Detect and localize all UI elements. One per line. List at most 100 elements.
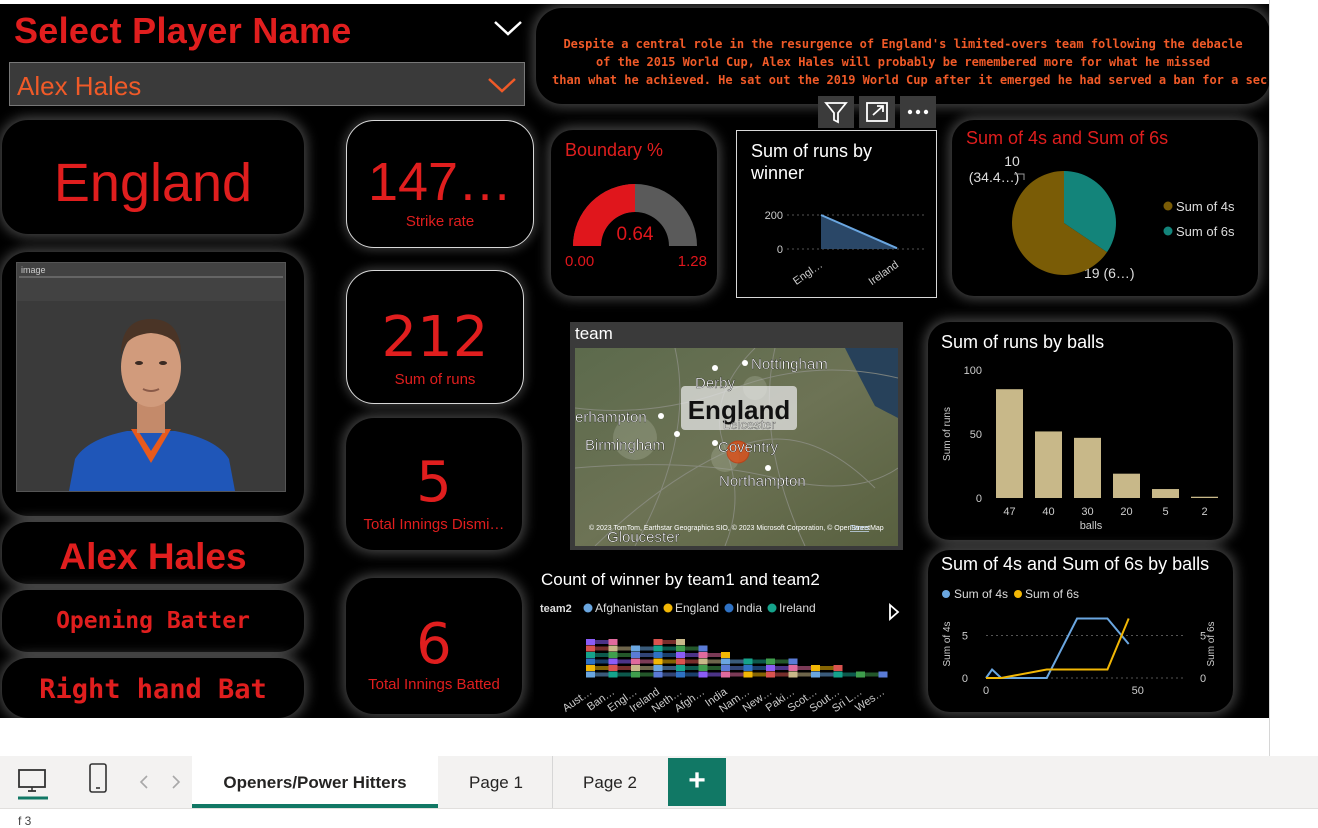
ribbon-band	[685, 653, 699, 657]
ribbon-segment	[788, 671, 798, 678]
city-birmingham: Birmingham	[585, 437, 665, 454]
ribbon-band	[685, 672, 699, 677]
report-canvas: Select Player Name Alex Hales Despite a …	[0, 4, 1270, 718]
ribbon-band	[730, 666, 744, 670]
ribbon-band	[685, 646, 699, 651]
ribbon-segment	[653, 639, 663, 645]
ribbon-segment	[586, 639, 595, 645]
add-page-button[interactable]: +	[668, 758, 726, 806]
ribbon-segment	[608, 658, 618, 665]
focus-mode-icon[interactable]	[859, 96, 895, 128]
ribbon-band	[797, 672, 811, 677]
innings-dismissed-card: 5 Total Innings Dismi…	[346, 418, 522, 550]
balls-ytick: 50	[970, 429, 982, 441]
ribbon-band	[640, 666, 654, 670]
ribbon-segment	[698, 652, 708, 658]
mobile-view-icon[interactable]	[86, 762, 112, 798]
map-title: team	[575, 324, 613, 343]
ribbon-band	[595, 659, 609, 664]
ribbon-segment	[676, 665, 685, 671]
city-wolverhampton: erhampton	[575, 409, 647, 426]
balls-bar	[996, 389, 1023, 498]
ribbon-band	[595, 640, 609, 644]
tab-page-1[interactable]: Page 1	[440, 756, 553, 808]
ribbon-segment	[743, 658, 753, 665]
ribbon-segment	[653, 665, 663, 671]
desktop-view-icon[interactable]	[14, 764, 52, 800]
slicer-collapse-icon[interactable]	[492, 18, 524, 43]
balls-ytick: 0	[976, 493, 982, 505]
ribbon-segment	[788, 665, 798, 671]
ribbon-chart: team2 Afghanistan England India Ireland …	[540, 601, 900, 714]
team-card: England	[2, 120, 304, 234]
ribbon-segment	[721, 658, 730, 665]
ribbon-band	[797, 666, 811, 670]
filter-icon[interactable]	[818, 96, 854, 128]
sum-runs-label: Sum of runs	[394, 371, 476, 388]
description-line-1: Despite a central role in the resurgence…	[563, 37, 1243, 51]
line-legend-6s: Sum of 6s	[1025, 587, 1079, 601]
ribbon-legend-india: India	[736, 601, 762, 615]
ribbon-band	[685, 659, 699, 664]
ribbon-band	[617, 653, 631, 657]
balls-ytick: 100	[964, 365, 982, 377]
chevron-right-icon[interactable]	[170, 774, 182, 795]
ribbon-band	[752, 672, 766, 677]
tab-page-2[interactable]: Page 2	[554, 756, 666, 808]
ribbon-segment	[608, 639, 618, 645]
ribbon-segment	[586, 658, 595, 665]
description-line-3: than what he achieved. He sat out the 20…	[552, 73, 1268, 87]
pie-label-bottom: 19 (6…)	[1084, 265, 1135, 281]
chevron-down-icon[interactable]	[486, 75, 518, 100]
ribbon-band	[842, 672, 856, 677]
line-ylabel-left: Sum of 4s	[942, 621, 953, 666]
ribbon-band	[662, 659, 676, 664]
team-map-card[interactable]: team England Nottingham Derby erhampton …	[570, 322, 903, 550]
city-coventry: Coventry	[718, 439, 779, 456]
innings-batted-card: 6 Total Innings Batted	[346, 578, 522, 714]
ribbon-band	[662, 672, 676, 677]
line-ytick-left: 0	[962, 673, 968, 685]
player-role: Opening Batter	[56, 608, 250, 634]
ribbon-band	[685, 666, 699, 670]
balls-bar	[1074, 437, 1101, 498]
line-legend-4s: Sum of 4s	[954, 587, 1008, 601]
ribbon-segment	[811, 665, 820, 671]
legend-next-icon[interactable]	[889, 603, 900, 621]
ribbon-segment	[766, 658, 775, 665]
pie-label-top-value: 10	[1004, 153, 1020, 169]
ribbon-segment	[676, 652, 685, 658]
ribbon-segment	[608, 652, 618, 658]
slicer-title: Select Player Name	[14, 10, 352, 51]
player-role-card: Opening Batter	[2, 590, 304, 652]
ribbon-segment	[586, 665, 595, 671]
player-photo	[17, 276, 285, 491]
player-slicer[interactable]: Select Player Name Alex Hales	[0, 4, 530, 108]
tab-openers-power-hitters[interactable]: Openers/Power Hitters	[192, 756, 438, 808]
map-view[interactable]: England Nottingham Derby erhampton Birmi…	[575, 348, 898, 546]
ribbon-segment	[766, 665, 775, 671]
ribbon-band	[595, 653, 609, 657]
balls-xtick: 2	[1201, 506, 1207, 518]
ribbon-band	[640, 672, 654, 677]
map-terms-link[interactable]: Terms	[850, 525, 870, 532]
tab-label: Openers/Power Hitters	[223, 773, 407, 792]
slicer-dropdown[interactable]: Alex Hales	[9, 62, 525, 106]
line-ytick-right: 0	[1200, 673, 1206, 685]
ribbon-segment	[653, 671, 663, 678]
ribbon-segment	[698, 645, 708, 652]
balls-xtick: 40	[1042, 506, 1054, 518]
ribbon-segment	[676, 671, 685, 678]
runs-by-winner-card[interactable]: Sum of runs by winner 0 200 Engl… Ireland	[736, 130, 937, 298]
tab-label: Page 1	[469, 773, 523, 792]
chevron-left-icon[interactable]	[138, 774, 150, 795]
winner-ribbon-card[interactable]: Count of winner by team1 and team2 team2…	[534, 564, 906, 714]
ribbon-band	[640, 659, 654, 664]
more-options-icon[interactable]	[900, 96, 936, 128]
ribbon-segment	[631, 665, 640, 671]
ribbon-segment	[676, 658, 685, 665]
ribbon-segment	[721, 652, 730, 658]
ribbon-band	[595, 646, 609, 651]
ribbon-band	[820, 672, 834, 677]
winner-xtick: Ireland	[867, 259, 901, 288]
